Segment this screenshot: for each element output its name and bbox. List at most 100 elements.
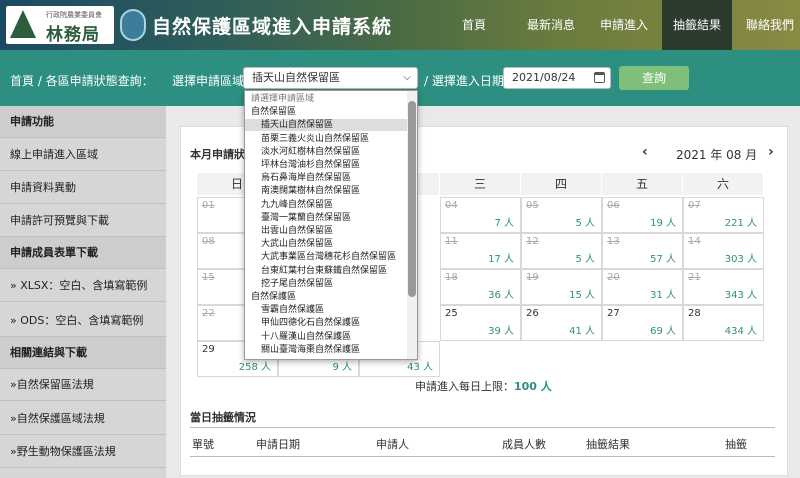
calendar-day-number: 01: [202, 200, 215, 211]
dropdown-option[interactable]: 台東紅葉村台東蘇鐵自然保留區: [245, 265, 407, 277]
calendar-day-number: 06: [607, 200, 620, 211]
emblem-icon: [120, 9, 146, 41]
sidebar-item[interactable]: » ODS：空白、含填寫範例: [0, 305, 166, 337]
logo-subtitle: 行政院農業委員會: [46, 11, 102, 19]
dropdown-option[interactable]: 甲仙四德化石自然保護區: [245, 317, 407, 329]
calendar-day-cell[interactable]: 20 31 人: [602, 269, 683, 305]
query-button[interactable]: 查詢: [619, 66, 689, 90]
calendar-icon[interactable]: [594, 72, 605, 83]
calendar-day-number: 12: [526, 236, 539, 247]
calendar-day-number: 29: [202, 344, 215, 355]
calendar-day-count: 7 人: [494, 218, 514, 229]
sidebar-item[interactable]: 線上申請進入區域: [0, 139, 166, 171]
nav-home[interactable]: 首頁: [452, 0, 496, 50]
daily-limit-value: 100 人: [514, 380, 552, 393]
sidebar-item[interactable]: 申請許可預覽與下載: [0, 205, 166, 237]
draw-table-column: 申請日期: [256, 438, 300, 451]
calendar-day-count: 19 人: [650, 218, 676, 229]
calendar-day-cell[interactable]: 12 5 人: [521, 233, 602, 269]
sidebar-item[interactable]: 申請資料異動: [0, 172, 166, 204]
dropdown-group-label: 自然保護區: [251, 292, 297, 302]
sidebar-item[interactable]: »自然保留區法規: [0, 369, 166, 401]
dropdown-option[interactable]: 插天山自然保留區: [245, 119, 407, 132]
calendar-day-cell[interactable]: 27 69 人: [602, 305, 683, 341]
logo-title: 林務局: [46, 25, 100, 45]
calendar-day-count: 303 人: [724, 254, 757, 265]
dropdown-option[interactable]: 九九峰自然保留區: [245, 199, 407, 211]
dropdown-option[interactable]: 大武事業區台灣穗花杉自然保留區: [245, 251, 407, 263]
calendar-day-count: 39 人: [488, 326, 514, 337]
calendar-day-number: 04: [445, 200, 458, 211]
chevron-left-icon[interactable]: ‹: [642, 144, 648, 160]
nav-apply[interactable]: 申請進入: [594, 0, 654, 50]
calendar-day-number: 27: [607, 308, 620, 319]
nav-contact[interactable]: 聯絡我們: [740, 0, 800, 50]
dropdown-option[interactable]: 臺灣一葉蘭自然保留區: [245, 212, 407, 224]
weekday-header: 六: [683, 173, 763, 195]
calendar-day-cell[interactable]: 26 41 人: [521, 305, 602, 341]
calendar-day-number: 05: [526, 200, 539, 211]
calendar-day-cell[interactable]: 13 57 人: [602, 233, 683, 269]
forestry-bureau-logo[interactable]: 行政院農業委員會 林務局: [6, 6, 114, 45]
calendar-day-number: 08: [202, 236, 215, 247]
scrollbar-thumb[interactable]: [408, 101, 416, 297]
calendar-day-cell[interactable]: 05 5 人: [521, 197, 602, 233]
dropdown-option[interactable]: 挖子尾自然保留區: [245, 278, 407, 290]
calendar-day-cell[interactable]: 28 434 人: [683, 305, 764, 341]
weekday-header: 三: [440, 173, 520, 195]
calendar-day-count: 5 人: [575, 254, 595, 265]
calendar-day-cell[interactable]: 14 303 人: [683, 233, 764, 269]
dropdown-option[interactable]: 十八羅漢山自然保護區: [245, 331, 407, 343]
dropdown-option[interactable]: 雪霸自然保護區: [245, 304, 407, 316]
calendar-day-cell[interactable]: 06 19 人: [602, 197, 683, 233]
calendar-day-cell[interactable]: 04 7 人: [440, 197, 521, 233]
dropdown-option[interactable]: 出雲山自然保留區: [245, 225, 407, 237]
nav-draw-results[interactable]: 抽籤結果: [662, 0, 732, 50]
calendar-day-cell[interactable]: 21 343 人: [683, 269, 764, 305]
daily-limit-label: 申請進入每日上限：: [415, 380, 514, 393]
dropdown-option[interactable]: 南澳闊葉樹林自然保留區: [245, 185, 407, 197]
calendar-day-count: 15 人: [569, 290, 595, 301]
calendar-day-number: 22: [202, 308, 215, 319]
weekday-header: 四: [521, 173, 601, 195]
calendar-day-number: 14: [688, 236, 701, 247]
chevron-right-icon[interactable]: ›: [768, 144, 774, 160]
sidebar-item[interactable]: »野生動物保護區法規: [0, 436, 166, 468]
dropdown-option[interactable]: 關山臺灣海棗自然保護區: [245, 344, 407, 356]
calendar-day-cell[interactable]: 18 36 人: [440, 269, 521, 305]
calendar-day-cell[interactable]: 07 221 人: [683, 197, 764, 233]
nav-news[interactable]: 最新消息: [520, 0, 582, 50]
area-dropdown-list[interactable]: 請選擇申請區域 自然保留區 插天山自然保留區 苗栗三義火炎山自然保留區 淡水河紅樹林自然…: [244, 90, 418, 360]
calendar-day-count: 9 人: [332, 362, 352, 373]
calendar-day-cell[interactable]: 19 15 人: [521, 269, 602, 305]
dropdown-option: 請選擇申請區域: [251, 94, 315, 104]
area-select[interactable]: 插天山自然保留區 ⌵: [243, 67, 418, 89]
dropdown-option[interactable]: 苗栗三義火炎山自然保留區: [245, 133, 407, 145]
site-title: 自然保護區域進入申請系統: [152, 16, 393, 38]
date-input[interactable]: 2021/08/24: [503, 67, 611, 89]
calendar-day-count: 17 人: [488, 254, 514, 265]
calendar-day-number: 25: [445, 308, 458, 319]
calendar-day-cell[interactable]: 11 17 人: [440, 233, 521, 269]
calendar-day-count: 43 人: [407, 362, 433, 373]
dropdown-option[interactable]: 大武山自然保留區: [245, 238, 407, 250]
dropdown-option[interactable]: 淡水河紅樹林自然保留區: [245, 146, 407, 158]
sidebar-item[interactable]: »自然保護區域法規: [0, 403, 166, 435]
calendar-day-count: 434 人: [724, 326, 757, 337]
calendar-day-cell[interactable]: 25 39 人: [440, 305, 521, 341]
area-label: 選擇申請區域: [172, 74, 245, 88]
draw-table-column: 單號: [192, 438, 214, 451]
calendar-day-count: 36 人: [488, 290, 514, 301]
draw-table-column: 抽籤: [725, 438, 747, 451]
calendar-title: 本月申請狀: [190, 148, 245, 161]
site-header: 行政院農業委員會 林務局 自然保護區域進入申請系統 首頁 最新消息 申請進入 抽…: [0, 0, 800, 50]
sidebar-item: 申請功能: [0, 106, 166, 138]
calendar-day-number: 11: [445, 236, 458, 247]
dropdown-option[interactable]: 坪林台灣油杉自然保留區: [245, 159, 407, 171]
calendar-day-number: 07: [688, 200, 701, 211]
dropdown-scrollbar[interactable]: [407, 91, 417, 359]
calendar-day-number: 18: [445, 272, 458, 283]
calendar-day-number: 20: [607, 272, 620, 283]
dropdown-option[interactable]: 烏石鼻海岸自然保留區: [245, 172, 407, 184]
sidebar-item[interactable]: » XLSX：空白、含填寫範例: [0, 270, 166, 302]
